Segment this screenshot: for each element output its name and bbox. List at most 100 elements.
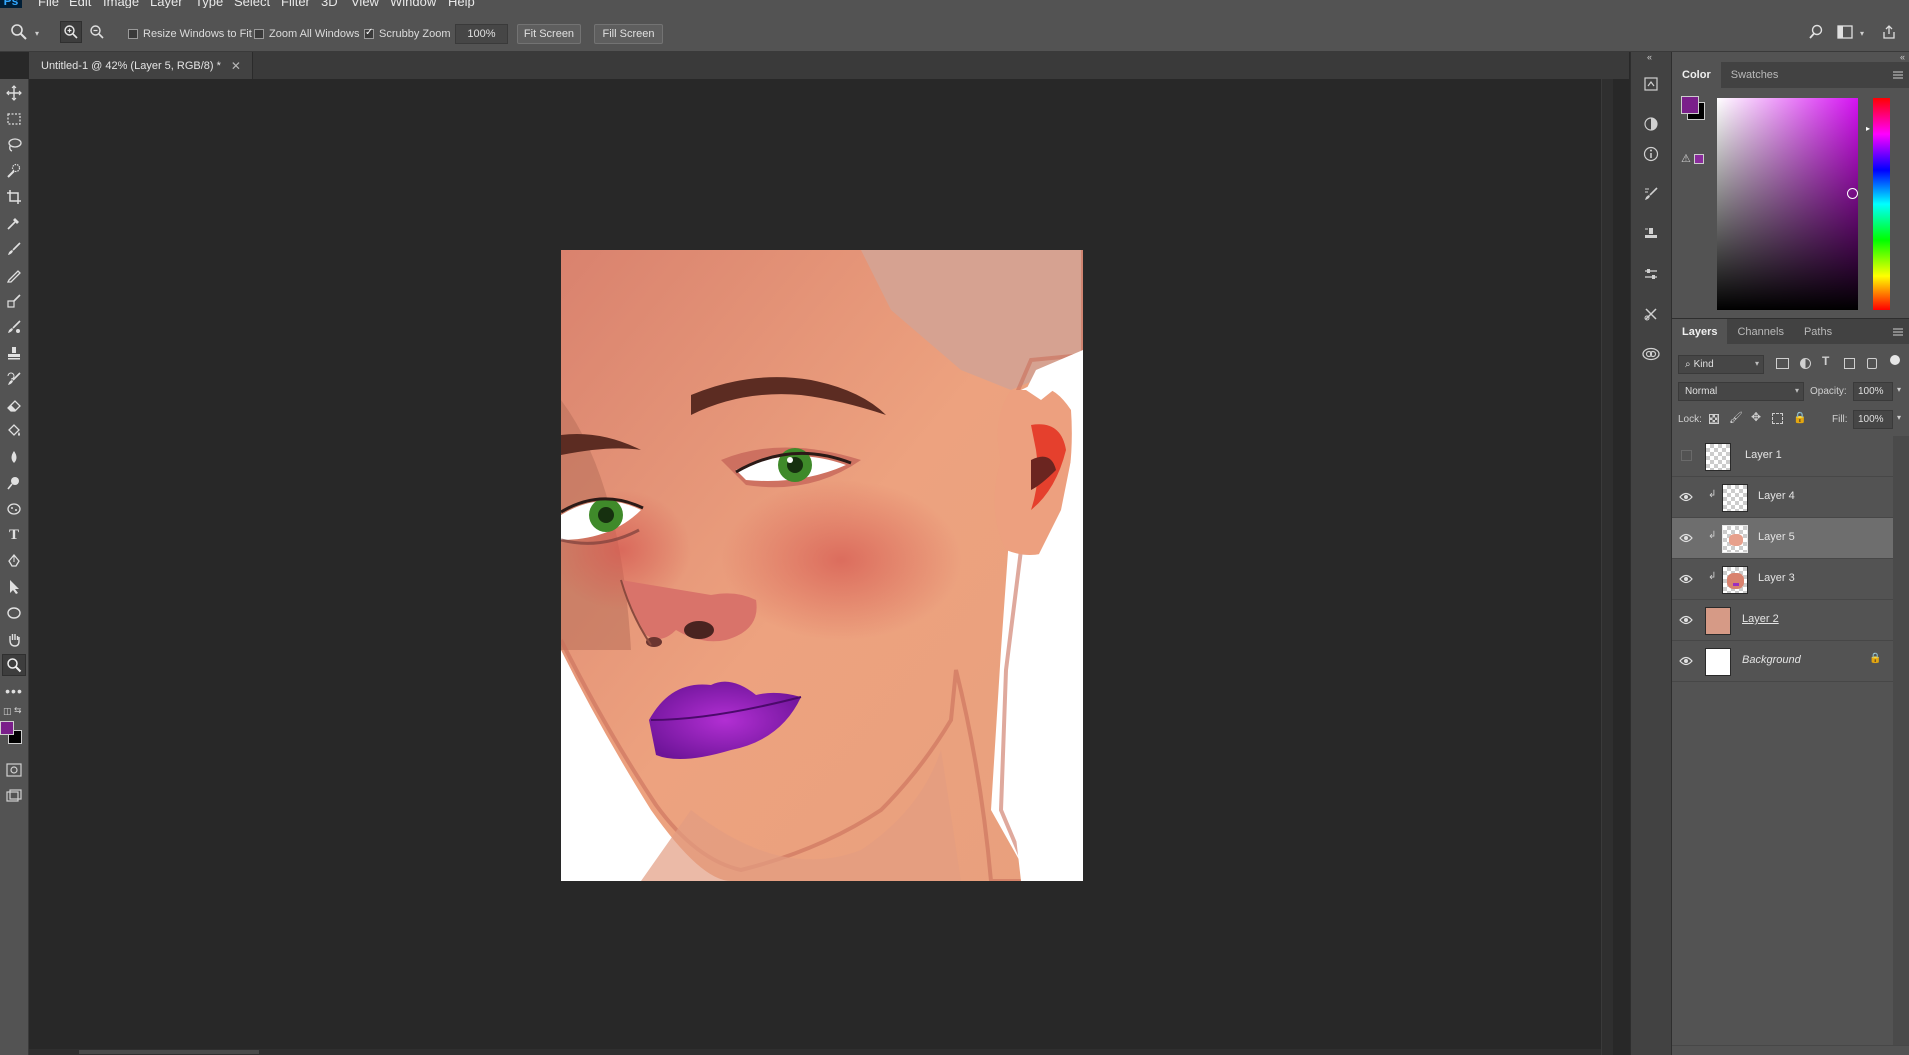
zoom-tool-preset-icon[interactable] (8, 21, 30, 43)
swap-colors-icon[interactable]: ⇆ (14, 705, 22, 716)
layer-row-layer-5[interactable]: ↲ Layer 5 (1672, 518, 1894, 559)
default-colors-icon[interactable]: ◫ (3, 706, 12, 717)
eye-icon[interactable] (1678, 531, 1694, 545)
libraries-panel-icon[interactable] (1639, 342, 1663, 366)
layer-row-background[interactable]: Background 🔒 (1672, 641, 1894, 682)
hue-slider[interactable] (1873, 98, 1890, 310)
menu-edit[interactable]: Edit (69, 0, 91, 8)
crop-tool-icon[interactable] (2, 186, 26, 208)
lock-artboard-icon[interactable] (1772, 413, 1783, 424)
panel-menu-icon[interactable] (1893, 70, 1903, 80)
dodge-tool-icon[interactable] (2, 472, 26, 494)
move-tool-icon[interactable] (2, 82, 26, 104)
lasso-tool-icon[interactable] (2, 134, 26, 156)
menu-select[interactable]: Select (234, 0, 270, 8)
menu-image[interactable]: Image (103, 0, 139, 8)
pen-tool-icon[interactable] (2, 550, 26, 572)
tab-layers[interactable]: Layers (1672, 319, 1728, 345)
pencil-tool-icon[interactable] (2, 264, 26, 286)
menu-window[interactable]: Window (390, 0, 436, 8)
lock-all-icon[interactable]: 🔒 (1793, 411, 1807, 424)
layer-name[interactable]: Layer 5 (1758, 531, 1795, 543)
lock-pixels-icon[interactable]: 🖌 (1729, 411, 1743, 424)
eye-icon[interactable] (1678, 613, 1694, 627)
menu-filter[interactable]: Filter (281, 0, 310, 8)
mixer-brush-tool-icon[interactable] (2, 316, 26, 338)
zoom-all-windows-checkbox[interactable]: Zoom All Windows (254, 28, 359, 40)
menu-help[interactable]: Help (448, 0, 475, 8)
menu-3d[interactable]: 3D (321, 0, 338, 8)
clone-source-panel-icon[interactable] (1639, 222, 1663, 246)
properties-panel-icon[interactable] (1639, 262, 1663, 286)
ellipse-tool-icon[interactable] (2, 602, 26, 624)
clone-brush-tool-icon[interactable] (2, 290, 26, 312)
layer-name[interactable]: Layer 1 (1745, 449, 1782, 461)
layer-row-layer-2[interactable]: Layer 2 (1672, 600, 1894, 641)
zoom-tool-icon[interactable] (2, 654, 26, 676)
filter-smart-object-icon[interactable] (1867, 358, 1877, 369)
brush-tool-icon[interactable] (2, 238, 26, 260)
checkbox-box-checked[interactable] (364, 27, 374, 39)
close-icon[interactable]: ✕ (231, 59, 241, 73)
tab-paths[interactable]: Paths (1794, 319, 1842, 345)
menu-file[interactable]: File (38, 0, 59, 8)
color-picker-handle[interactable] (1847, 188, 1858, 199)
expand-panels-icon[interactable]: « (1900, 52, 1905, 62)
blend-mode-select[interactable]: Normal ▾ (1678, 382, 1804, 401)
layers-scrollbar[interactable] (1893, 436, 1909, 1051)
visibility-toggle-off[interactable] (1681, 450, 1692, 461)
marquee-tool-icon[interactable] (2, 108, 26, 130)
eye-icon[interactable] (1678, 572, 1694, 586)
tab-color[interactable]: Color (1672, 62, 1721, 88)
hue-slider-marker[interactable]: ▸ (1866, 124, 1870, 133)
eraser-tool-icon[interactable] (2, 394, 26, 416)
checkbox-box[interactable] (128, 29, 138, 39)
lock-transparent-icon[interactable] (1709, 414, 1719, 424)
layer-row-layer-1[interactable]: Layer 1 (1672, 436, 1894, 477)
chevron-down-icon[interactable]: ▾ (35, 29, 39, 38)
horizontal-scrollbar[interactable] (29, 1049, 1601, 1055)
color-field[interactable] (1717, 98, 1858, 310)
share-icon[interactable] (1878, 21, 1900, 43)
filter-toggle-icon[interactable] (1890, 355, 1900, 365)
quick-mask-icon[interactable] (2, 759, 26, 781)
history-brush-tool-icon[interactable] (2, 368, 26, 390)
layer-name[interactable]: Layer 3 (1758, 572, 1795, 584)
layer-row-layer-4[interactable]: ↲ Layer 4 (1672, 477, 1894, 518)
quick-selection-tool-icon[interactable] (2, 160, 26, 182)
foreground-color-swatch[interactable] (0, 721, 14, 735)
tab-swatches[interactable]: Swatches (1721, 62, 1789, 88)
resize-windows-checkbox[interactable]: Resize Windows to Fit (128, 28, 252, 40)
info-icon[interactable] (1639, 142, 1663, 166)
menu-view[interactable]: View (351, 0, 379, 8)
fit-screen-button[interactable]: Fit Screen (517, 24, 581, 44)
blur-tool-icon[interactable] (2, 446, 26, 468)
checkbox-box[interactable] (254, 29, 264, 39)
brushes-panel-icon[interactable] (1639, 182, 1663, 206)
collapse-panels-icon[interactable]: « (1647, 52, 1652, 62)
filter-shape-icon[interactable] (1844, 358, 1855, 369)
filter-pixel-icon[interactable] (1776, 358, 1789, 369)
lock-position-icon[interactable]: ✥ (1751, 410, 1761, 424)
more-tools-icon[interactable]: ••• (2, 680, 26, 702)
path-selection-tool-icon[interactable] (2, 576, 26, 598)
layer-filter-kind-select[interactable]: ⌕ Kind ▾ (1678, 355, 1764, 374)
stamp-tool-icon[interactable] (2, 342, 26, 364)
panel-menu-icon[interactable] (1893, 327, 1903, 337)
layer-name[interactable]: Layer 4 (1758, 490, 1795, 502)
opacity-input[interactable]: 100% (1853, 382, 1893, 401)
eye-icon[interactable] (1678, 490, 1694, 504)
gamut-warning-icon[interactable]: ⚠ (1681, 152, 1691, 165)
hand-tool-icon[interactable] (2, 628, 26, 650)
history-panel-icon[interactable] (1639, 72, 1663, 96)
fill-screen-button[interactable]: Fill Screen (594, 24, 663, 44)
adjustments-panel-icon[interactable] (1639, 112, 1663, 136)
zoom-in-icon[interactable] (60, 21, 82, 43)
layer-name[interactable]: Layer 2 (1742, 613, 1779, 625)
sponge-tool-icon[interactable] (2, 498, 26, 520)
filter-adjustment-icon[interactable] (1800, 358, 1811, 369)
eyedropper-tool-icon[interactable] (2, 212, 26, 234)
tab-channels[interactable]: Channels (1727, 319, 1793, 345)
menu-type[interactable]: Type (195, 0, 223, 8)
tool-presets-icon[interactable] (1639, 302, 1663, 326)
